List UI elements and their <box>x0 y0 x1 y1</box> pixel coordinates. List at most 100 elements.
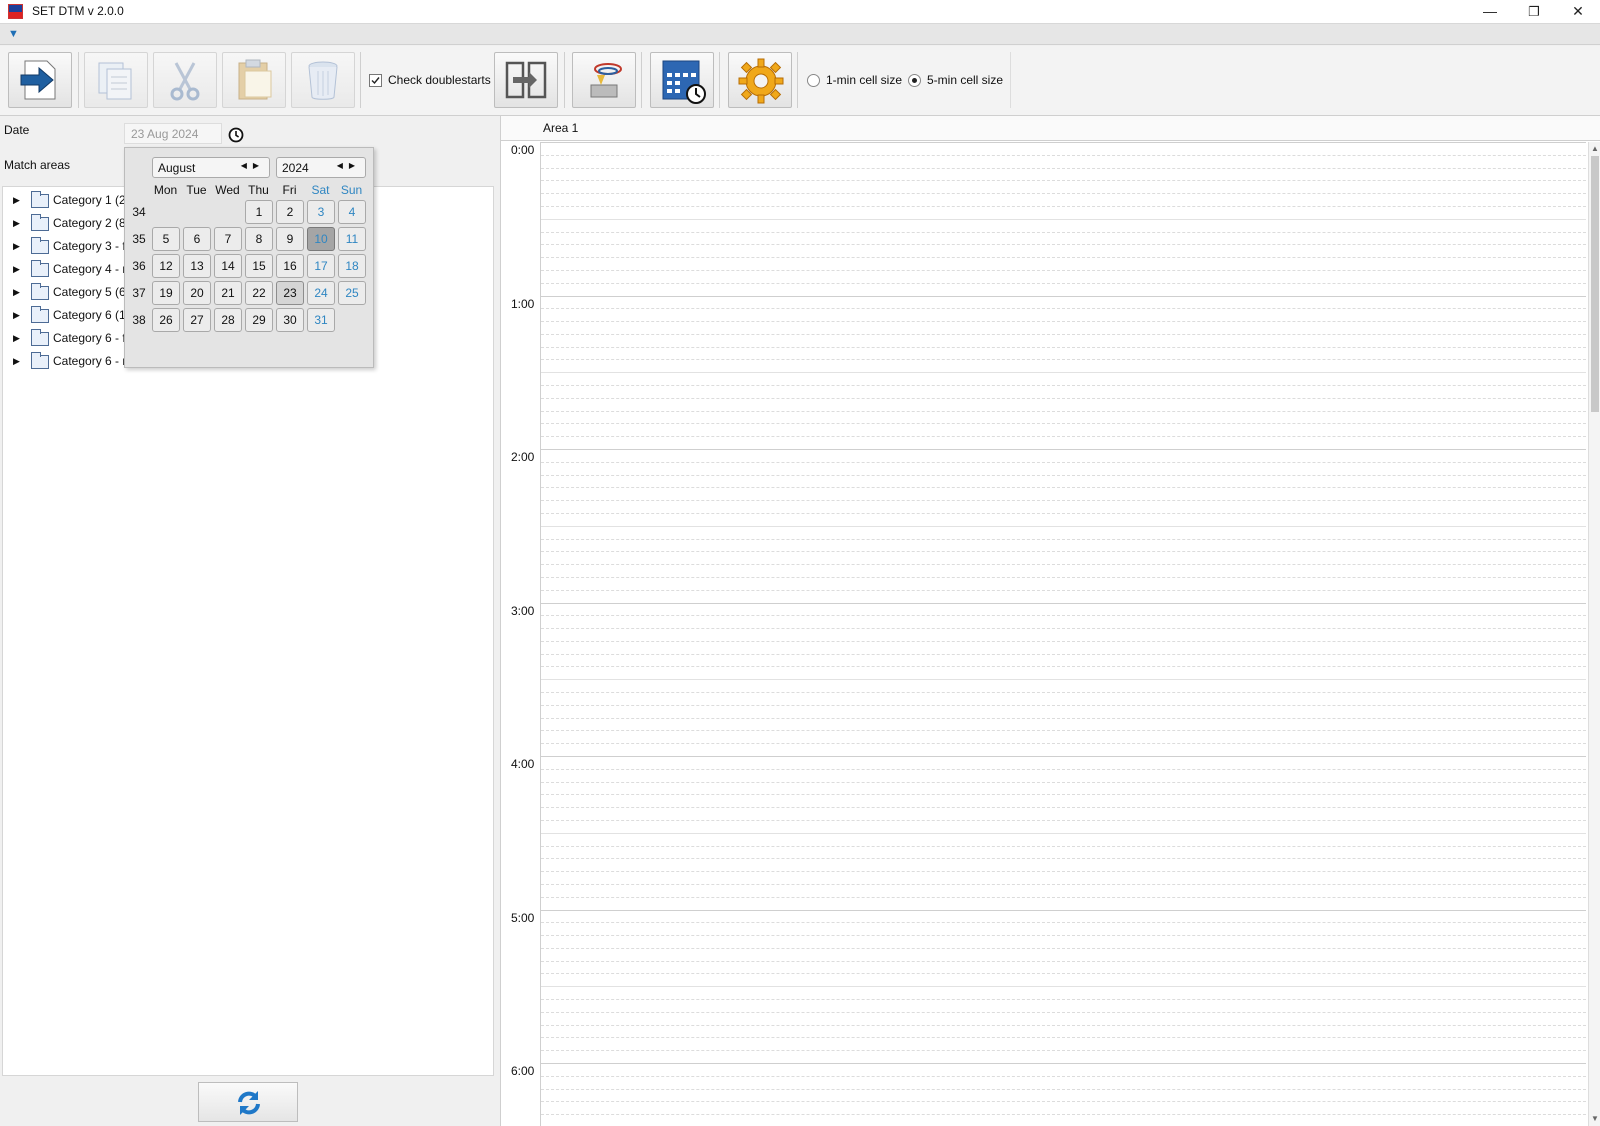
year-selector[interactable]: 2024 ◀▶ <box>276 157 366 178</box>
month-value: August <box>158 161 196 175</box>
export-button[interactable] <box>8 52 72 108</box>
calendar-day[interactable]: 3 <box>307 200 335 224</box>
month-nav-arrows-icon[interactable]: ◀▶ <box>241 161 265 170</box>
hour-label: 0:00 <box>511 143 535 157</box>
time-slot-line <box>541 794 1586 795</box>
time-slot-line <box>541 935 1586 936</box>
refresh-button[interactable] <box>198 1082 298 1122</box>
calendar-day[interactable]: 13 <box>183 254 211 278</box>
expand-arrow-icon[interactable]: ▶ <box>13 310 20 321</box>
calendar-day[interactable]: 30 <box>276 308 304 332</box>
calendar-day[interactable]: 22 <box>245 281 273 305</box>
menu-dropdown-icon[interactable]: ▼ <box>8 28 19 40</box>
five-min-cell-radio[interactable] <box>908 74 921 87</box>
time-slot-line <box>541 398 1586 399</box>
calendar-day[interactable]: 12 <box>152 254 180 278</box>
calendar-day[interactable]: 24 <box>307 281 335 305</box>
cut-button[interactable] <box>153 52 217 108</box>
calendar-day[interactable]: 15 <box>245 254 273 278</box>
close-button[interactable]: ✕ <box>1556 0 1600 23</box>
time-slot-line <box>541 973 1586 974</box>
calendar-day[interactable]: 6 <box>183 227 211 251</box>
calendar-day[interactable]: 8 <box>245 227 273 251</box>
expand-arrow-icon[interactable]: ▶ <box>13 218 20 229</box>
server-sync-icon <box>590 63 622 98</box>
time-slot-line <box>541 1037 1586 1038</box>
maximize-button[interactable]: ❐ <box>1512 0 1556 23</box>
expand-arrow-icon[interactable]: ▶ <box>13 333 20 344</box>
year-nav-arrows-icon[interactable]: ◀▶ <box>337 161 361 170</box>
calendar-day[interactable]: 20 <box>183 281 211 305</box>
calendar-day[interactable]: 18 <box>338 254 366 278</box>
calendar-day[interactable]: 26 <box>152 308 180 332</box>
date-picker-popup: August ◀▶ 2024 ◀▶ Mon Tue Wed Thu Fri Sat Sun 3… <box>124 147 374 368</box>
calendar-day[interactable]: 1 <box>245 200 273 224</box>
calendar-day[interactable]: 9 <box>276 227 304 251</box>
expand-arrow-icon[interactable]: ▶ <box>13 195 20 206</box>
clipboard-icon <box>238 59 272 100</box>
copy-icon <box>98 62 132 100</box>
scroll-down-icon[interactable]: ▼ <box>1591 1114 1599 1123</box>
toolbar-separator <box>78 52 79 108</box>
scroll-up-icon[interactable]: ▲ <box>1591 144 1599 153</box>
copy-button[interactable] <box>84 52 148 108</box>
area-title: Area 1 <box>543 121 579 135</box>
calendar-day[interactable]: 23 <box>276 281 304 305</box>
time-slot-line <box>541 1012 1586 1013</box>
calendar-day[interactable]: 29 <box>245 308 273 332</box>
time-slot-line <box>541 986 1586 987</box>
time-slot-line <box>541 590 1586 591</box>
calendar-day[interactable]: 10 <box>307 227 335 251</box>
expand-arrow-icon[interactable]: ▶ <box>13 241 20 252</box>
time-slot-line <box>541 1076 1586 1077</box>
check-doublestarts-label: Check doublestarts <box>388 73 491 87</box>
time-slot-line <box>541 180 1586 181</box>
expand-arrow-icon[interactable]: ▶ <box>13 287 20 298</box>
time-slot-line <box>541 820 1586 821</box>
area-header: Area 1 <box>501 116 1600 141</box>
minimize-button[interactable]: — <box>1468 0 1512 23</box>
time-slot-line <box>541 206 1586 207</box>
time-slot-line <box>541 385 1586 386</box>
calendar-day[interactable]: 17 <box>307 254 335 278</box>
scroll-thumb[interactable] <box>1591 156 1599 412</box>
calendar-day[interactable]: 5 <box>152 227 180 251</box>
time-slot-line <box>541 462 1586 463</box>
expand-arrow-icon[interactable]: ▶ <box>13 356 20 367</box>
calendar-day[interactable]: 19 <box>152 281 180 305</box>
tree-item-label: Category 4 - m <box>53 262 133 276</box>
month-selector[interactable]: August ◀▶ <box>152 157 270 178</box>
time-slot-line <box>541 846 1586 847</box>
calendar-day[interactable]: 31 <box>307 308 335 332</box>
calendar-day[interactable]: 2 <box>276 200 304 224</box>
calendar-day[interactable]: 28 <box>214 308 242 332</box>
calendar-day[interactable]: 7 <box>214 227 242 251</box>
sync-server-button[interactable] <box>572 52 636 108</box>
swap-button[interactable] <box>494 52 558 108</box>
clock-icon[interactable] <box>228 127 244 143</box>
check-doublestarts-checkbox[interactable] <box>369 74 382 87</box>
five-min-cell-label: 5-min cell size <box>927 73 1004 87</box>
calendar-day[interactable]: 25 <box>338 281 366 305</box>
time-slot-line <box>541 1025 1586 1026</box>
expand-arrow-icon[interactable]: ▶ <box>13 264 20 275</box>
schedule-calculator-button[interactable] <box>650 52 714 108</box>
paste-button[interactable] <box>222 52 286 108</box>
calendar-day[interactable]: 4 <box>338 200 366 224</box>
time-grid[interactable]: 0:00 1:00 2:00 3:00 4:00 5:00 6:00 <box>501 142 1586 1126</box>
one-min-cell-radio[interactable] <box>807 74 820 87</box>
calendar-day[interactable]: 16 <box>276 254 304 278</box>
hour-label: 2:00 <box>511 450 535 464</box>
settings-button[interactable] <box>728 52 792 108</box>
date-picker-input[interactable]: 23 Aug 2024 <box>124 123 222 144</box>
time-slot-line <box>541 1101 1586 1102</box>
toolbar-separator <box>564 52 565 108</box>
calendar-day[interactable]: 27 <box>183 308 211 332</box>
calendar-day[interactable]: 11 <box>338 227 366 251</box>
delete-button[interactable] <box>291 52 355 108</box>
week-number: 35 <box>132 232 146 246</box>
day-header: Fri <box>282 183 297 197</box>
calendar-day[interactable]: 21 <box>214 281 242 305</box>
calendar-day[interactable]: 14 <box>214 254 242 278</box>
vertical-scrollbar[interactable]: ▲ ▼ <box>1588 142 1600 1126</box>
